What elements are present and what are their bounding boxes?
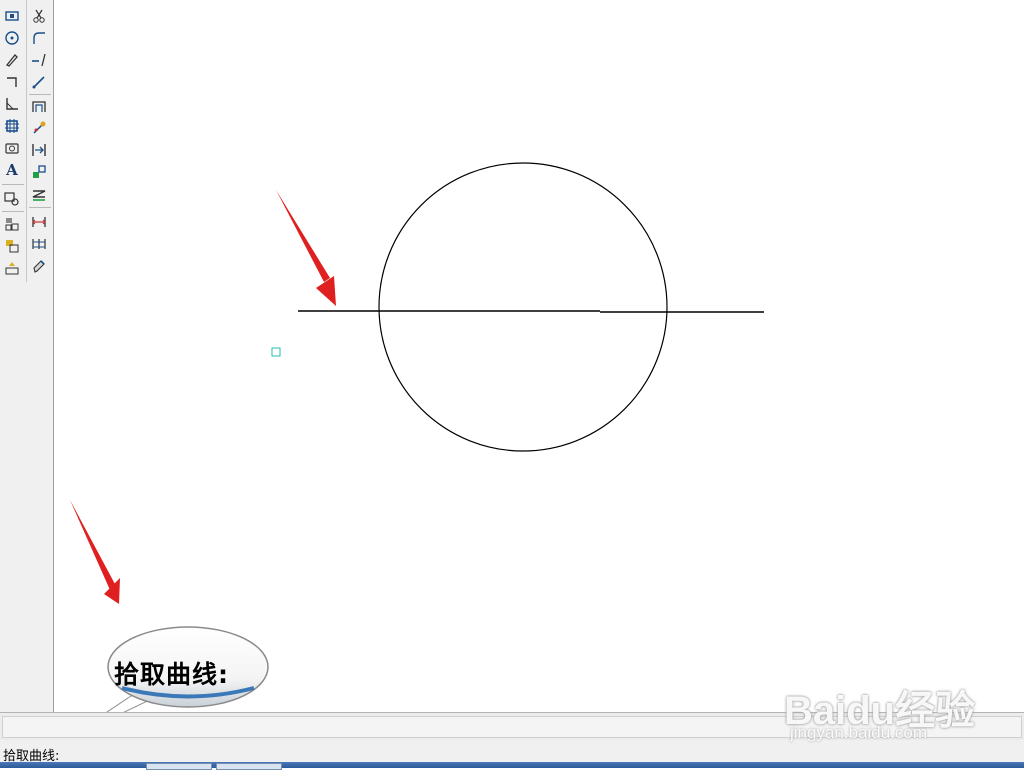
- taskbar-button[interactable]: [146, 763, 212, 770]
- status-bar: 拾取曲线:: [0, 740, 1024, 764]
- callout-text: 拾取曲线:: [114, 660, 229, 689]
- callout-bubble: [61, 626, 269, 743]
- watermark-url: jingyan.baidu.com: [790, 723, 928, 742]
- taskbar-button[interactable]: [216, 763, 282, 770]
